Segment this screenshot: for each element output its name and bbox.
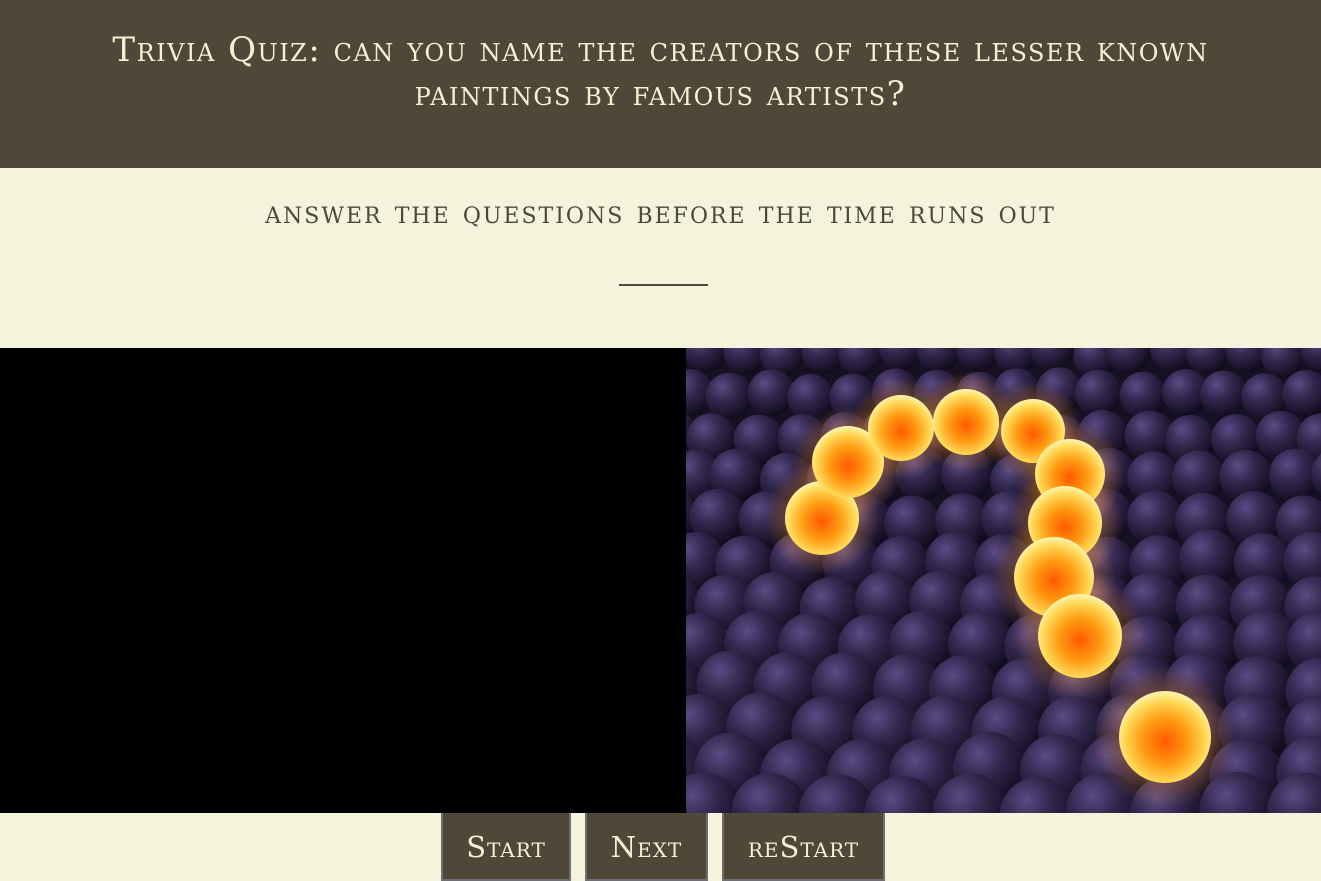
dark-sphere: [705, 372, 753, 420]
next-button[interactable]: Next: [585, 813, 708, 881]
dark-sphere: [1074, 369, 1122, 417]
instructions-section: answer the questions before the time run…: [0, 168, 1321, 348]
glowing-sphere: [868, 395, 934, 461]
question-panel: [0, 348, 686, 813]
quiz-controls: Start Next reStart: [0, 813, 1321, 881]
page-header: Trivia Quiz: can you name the creators o…: [0, 0, 1321, 168]
question-mark-image: [686, 348, 1321, 813]
dark-sphere: [1200, 370, 1248, 418]
restart-button[interactable]: reStart: [722, 813, 885, 881]
glowing-sphere: [933, 389, 999, 455]
instructions-text: answer the questions before the time run…: [265, 193, 1056, 231]
quiz-stage: [0, 348, 1321, 813]
page-title: Trivia Quiz: can you name the creators o…: [112, 30, 1209, 114]
glowing-sphere: [1119, 691, 1211, 783]
question-mark-illustration: [686, 348, 1321, 813]
divider-line: [619, 284, 708, 286]
start-button[interactable]: Start: [441, 813, 571, 881]
glowing-sphere: [1038, 594, 1122, 678]
